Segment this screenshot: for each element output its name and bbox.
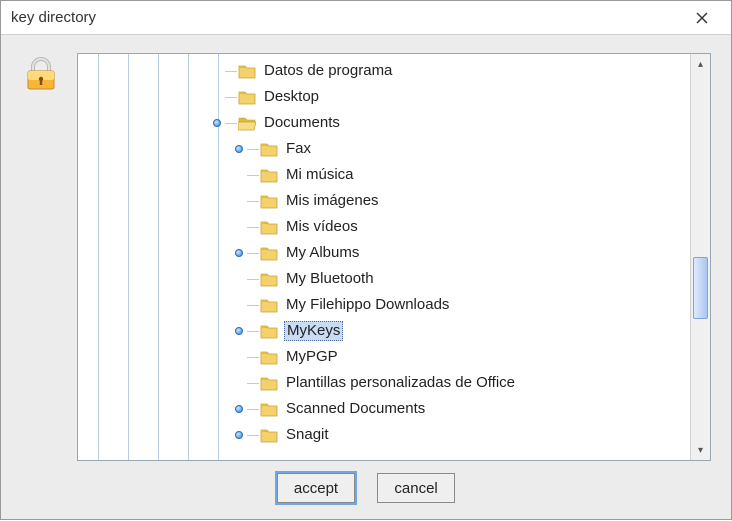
close-button[interactable] bbox=[681, 3, 723, 33]
tree-node-label[interactable]: Snagit bbox=[284, 426, 331, 444]
tree-node-label[interactable]: Mis imágenes bbox=[284, 192, 381, 210]
cancel-button[interactable]: cancel bbox=[377, 473, 455, 503]
folder-closed-icon bbox=[238, 63, 256, 79]
tree-toggle[interactable] bbox=[232, 405, 246, 413]
scroll-up-button[interactable]: ▴ bbox=[691, 54, 710, 74]
tree-node-label[interactable]: MyKeys bbox=[284, 321, 343, 341]
directory-tree-panel: Datos de programa Desktop Documents Fax Mi m… bbox=[77, 53, 711, 461]
tree-node[interactable]: Mi música bbox=[78, 162, 690, 188]
tree-toggle[interactable] bbox=[232, 431, 246, 439]
tree-connector bbox=[246, 292, 260, 318]
directory-tree: Datos de programa Desktop Documents Fax Mi m… bbox=[78, 54, 690, 454]
tree-node[interactable]: Documents bbox=[78, 110, 690, 136]
tree-node[interactable]: My Filehippo Downloads bbox=[78, 292, 690, 318]
tree-connector bbox=[246, 422, 260, 448]
tree-node-label[interactable]: My Albums bbox=[284, 244, 361, 262]
tree-node-label[interactable]: Mi música bbox=[284, 166, 356, 184]
tree-connector bbox=[246, 214, 260, 240]
tree-toggle[interactable] bbox=[232, 145, 246, 153]
tree-connector bbox=[246, 266, 260, 292]
tree-node-label[interactable]: Datos de programa bbox=[262, 62, 394, 80]
folder-closed-icon bbox=[260, 141, 278, 157]
tree-node-label[interactable]: Mis vídeos bbox=[284, 218, 360, 236]
dialog-button-row: accept cancel bbox=[1, 469, 731, 519]
tree-connector bbox=[224, 84, 238, 110]
tree-connector bbox=[246, 344, 260, 370]
tree-toggle[interactable] bbox=[232, 327, 246, 335]
key-directory-dialog: key directory Datos de programaDesk bbox=[0, 0, 732, 520]
folder-closed-icon bbox=[260, 245, 278, 261]
tree-node[interactable]: Plantillas personalizadas de Office bbox=[78, 370, 690, 396]
tree-connector bbox=[246, 188, 260, 214]
lock-icon bbox=[22, 55, 60, 93]
scrollbar-thumb[interactable] bbox=[693, 257, 708, 319]
dialog-content: Datos de programa Desktop Documents Fax Mi m… bbox=[1, 35, 731, 469]
tree-connector bbox=[246, 318, 260, 344]
folder-closed-icon bbox=[260, 375, 278, 391]
close-icon bbox=[696, 12, 708, 24]
lock-column bbox=[13, 53, 69, 461]
tree-node[interactable]: Desktop bbox=[78, 84, 690, 110]
vertical-scrollbar[interactable]: ▴ ▾ bbox=[690, 54, 710, 460]
folder-closed-icon bbox=[238, 89, 256, 105]
tree-node-label[interactable]: Fax bbox=[284, 140, 313, 158]
tree-node[interactable]: Datos de programa bbox=[78, 58, 690, 84]
titlebar: key directory bbox=[1, 1, 731, 35]
tree-node[interactable]: Snagit bbox=[78, 422, 690, 448]
tree-node[interactable]: My Bluetooth bbox=[78, 266, 690, 292]
tree-node-label[interactable]: My Bluetooth bbox=[284, 270, 376, 288]
folder-open-icon bbox=[238, 115, 256, 131]
directory-tree-viewport[interactable]: Datos de programa Desktop Documents Fax Mi m… bbox=[78, 54, 690, 460]
tree-toggle[interactable] bbox=[232, 249, 246, 257]
tree-node[interactable]: Fax bbox=[78, 136, 690, 162]
tree-node-label[interactable]: Documents bbox=[262, 114, 342, 132]
tree-node[interactable]: Mis vídeos bbox=[78, 214, 690, 240]
tree-connector bbox=[246, 136, 260, 162]
tree-node[interactable]: MyPGP bbox=[78, 344, 690, 370]
dialog-title: key directory bbox=[11, 9, 681, 26]
scrollbar-track[interactable] bbox=[691, 74, 710, 440]
tree-node[interactable]: Mis imágenes bbox=[78, 188, 690, 214]
folder-closed-icon bbox=[260, 167, 278, 183]
folder-closed-icon bbox=[260, 323, 278, 339]
tree-node-label[interactable]: MyPGP bbox=[284, 348, 340, 366]
folder-closed-icon bbox=[260, 427, 278, 443]
accept-button[interactable]: accept bbox=[277, 473, 355, 503]
tree-node-label[interactable]: Plantillas personalizadas de Office bbox=[284, 374, 517, 392]
tree-node[interactable]: Scanned Documents bbox=[78, 396, 690, 422]
tree-node-label[interactable]: Scanned Documents bbox=[284, 400, 427, 418]
folder-closed-icon bbox=[260, 193, 278, 209]
tree-connector bbox=[246, 162, 260, 188]
tree-connector bbox=[246, 370, 260, 396]
tree-connector bbox=[224, 110, 238, 136]
folder-closed-icon bbox=[260, 271, 278, 287]
tree-connector bbox=[246, 396, 260, 422]
tree-node-label[interactable]: My Filehippo Downloads bbox=[284, 296, 451, 314]
tree-connector bbox=[224, 58, 238, 84]
folder-closed-icon bbox=[260, 297, 278, 313]
scroll-down-button[interactable]: ▾ bbox=[691, 440, 710, 460]
folder-closed-icon bbox=[260, 219, 278, 235]
tree-node[interactable]: My Albums bbox=[78, 240, 690, 266]
folder-closed-icon bbox=[260, 349, 278, 365]
folder-closed-icon bbox=[260, 401, 278, 417]
tree-connector bbox=[246, 240, 260, 266]
tree-node-label[interactable]: Desktop bbox=[262, 88, 321, 106]
tree-toggle[interactable] bbox=[210, 119, 224, 127]
tree-node[interactable]: MyKeys bbox=[78, 318, 690, 344]
